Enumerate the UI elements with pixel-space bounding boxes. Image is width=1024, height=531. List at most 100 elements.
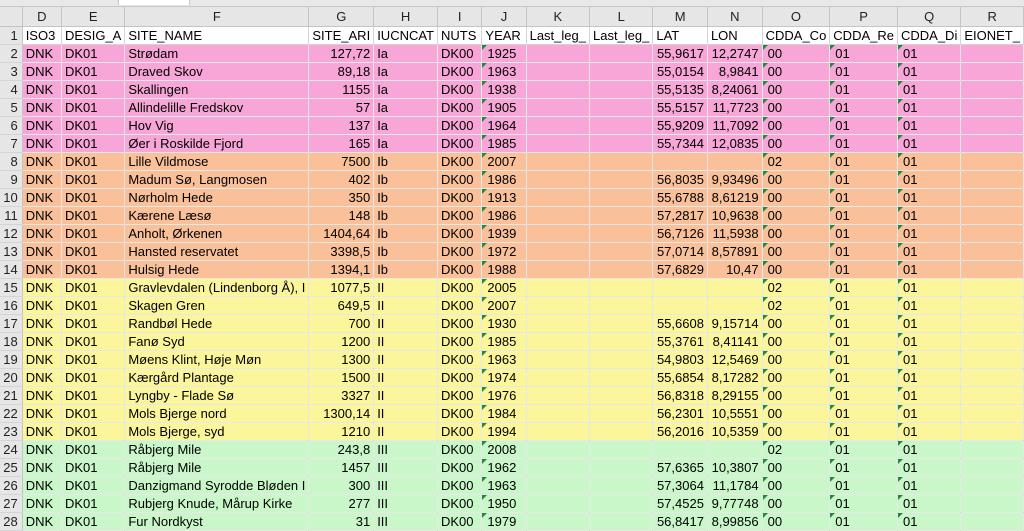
cell-year[interactable]: 1986 xyxy=(481,170,527,189)
cell-last-leg-2[interactable] xyxy=(589,116,654,135)
cell-lat[interactable]: 55,3761 xyxy=(652,332,708,351)
cell-cdda-code[interactable]: 00 xyxy=(762,44,831,63)
cell-iso3[interactable]: DNK xyxy=(22,80,62,99)
cell-last-leg-2[interactable] xyxy=(589,188,654,207)
cell-site-area[interactable]: 1404,64 xyxy=(308,224,375,243)
cell-site-name[interactable]: Råbjerg Mile xyxy=(124,458,310,477)
cell-site-area[interactable]: 277 xyxy=(308,494,375,513)
cell-iucn-cat[interactable]: II xyxy=(373,296,438,315)
cell-iso3[interactable]: DNK xyxy=(22,152,62,171)
cell-cdda-region[interactable]: 01 xyxy=(829,152,898,171)
row-header[interactable]: 23 xyxy=(0,422,23,441)
cell-desig[interactable]: DK01 xyxy=(61,44,126,63)
row-header[interactable]: 27 xyxy=(0,494,23,513)
cell-nuts[interactable]: DK00 xyxy=(437,242,483,261)
cell-lon[interactable]: 10,5551 xyxy=(707,404,763,423)
cell-year[interactable]: 1913 xyxy=(481,188,527,207)
cell-year[interactable]: 1962 xyxy=(481,458,527,477)
cell-site-area[interactable]: 7500 xyxy=(308,152,375,171)
cell-cdda-di[interactable]: 01 xyxy=(897,386,962,405)
cell-cdda-di[interactable]: 01 xyxy=(897,152,962,171)
cell-cdda-region[interactable]: 01 xyxy=(829,98,898,117)
cell-eionet[interactable] xyxy=(960,80,1024,99)
cell-site-area[interactable]: 1394,1 xyxy=(308,260,375,279)
cell-eionet[interactable] xyxy=(960,206,1024,225)
cell-cdda-di[interactable]: 01 xyxy=(897,224,962,243)
cell-site-name[interactable]: Lille Vildmose xyxy=(124,152,310,171)
row-header[interactable]: 17 xyxy=(0,314,23,333)
column-header-q[interactable]: Q xyxy=(897,7,962,27)
cell-lat[interactable]: 54,9803 xyxy=(652,350,708,369)
cell-last-leg-1[interactable] xyxy=(526,188,590,207)
cell-last-leg-2[interactable] xyxy=(589,476,654,495)
cell-cdda-region[interactable]: 01 xyxy=(829,206,898,225)
cell-cdda-code[interactable]: 02 xyxy=(762,152,831,171)
cell-year[interactable]: 1974 xyxy=(481,368,527,387)
cell-cdda-code[interactable]: 00 xyxy=(762,368,831,387)
cell-iucn-cat[interactable]: Ib xyxy=(373,170,438,189)
cell-year[interactable]: 1976 xyxy=(481,386,527,405)
cell-cdda-di[interactable]: 01 xyxy=(897,80,962,99)
cell-cdda-region[interactable]: 01 xyxy=(829,260,898,279)
cell-site-name[interactable]: Kærene Læsø xyxy=(124,206,310,225)
cell-site-name[interactable]: Hansted reservatet xyxy=(124,242,310,261)
cell-nuts[interactable]: NUTS xyxy=(437,26,483,45)
cell-nuts[interactable]: DK00 xyxy=(437,116,483,135)
cell-year[interactable]: 2007 xyxy=(481,296,527,315)
cell-desig[interactable]: DK01 xyxy=(61,404,126,423)
cell-desig[interactable]: DK01 xyxy=(61,512,126,531)
cell-last-leg-2[interactable] xyxy=(589,332,654,351)
cell-eionet[interactable] xyxy=(960,116,1024,135)
cell-iucn-cat[interactable]: Ia xyxy=(373,98,438,117)
cell-last-leg-1[interactable] xyxy=(526,206,590,225)
cell-lon[interactable]: 8,57891 xyxy=(707,242,763,261)
row-header[interactable]: 19 xyxy=(0,350,23,369)
cell-site-name[interactable]: Gravlevdalen (Lindenborg Å), I xyxy=(124,278,310,297)
cell-last-leg-1[interactable] xyxy=(526,458,590,477)
cell-iso3[interactable]: DNK xyxy=(22,350,62,369)
cell-site-name[interactable]: Fanø Syd xyxy=(124,332,310,351)
cell-eionet[interactable] xyxy=(960,152,1024,171)
cell-desig[interactable]: DK01 xyxy=(61,170,126,189)
column-header-m[interactable]: M xyxy=(652,7,708,27)
cell-nuts[interactable]: DK00 xyxy=(437,476,483,495)
cell-lon[interactable]: 8,17282 xyxy=(707,368,763,387)
cell-desig[interactable]: DK01 xyxy=(61,314,126,333)
cell-iso3[interactable]: DNK xyxy=(22,440,62,459)
cell-iucn-cat[interactable]: II xyxy=(373,332,438,351)
cell-site-area[interactable]: 243,8 xyxy=(308,440,375,459)
cell-last-leg-1[interactable] xyxy=(526,260,590,279)
column-header-d[interactable]: D xyxy=(22,7,62,27)
cell-eionet[interactable] xyxy=(960,440,1024,459)
cell-desig[interactable]: DK01 xyxy=(61,98,126,117)
cell-nuts[interactable]: DK00 xyxy=(437,332,483,351)
cell-iucn-cat[interactable]: III xyxy=(373,494,438,513)
cell-lat[interactable] xyxy=(652,278,708,297)
cell-cdda-code[interactable]: 00 xyxy=(762,134,831,153)
cell-eionet[interactable] xyxy=(960,368,1024,387)
cell-site-name[interactable]: Allindelille Fredskov xyxy=(124,98,310,117)
cell-cdda-region[interactable]: 01 xyxy=(829,404,898,423)
cell-site-name[interactable]: Skallingen xyxy=(124,80,310,99)
cell-cdda-region[interactable]: 01 xyxy=(829,44,898,63)
cell-cdda-code[interactable]: 00 xyxy=(762,242,831,261)
cell-year[interactable]: 1988 xyxy=(481,260,527,279)
cell-last-leg-1[interactable] xyxy=(526,332,590,351)
cell-iso3[interactable]: DNK xyxy=(22,386,62,405)
cell-iucn-cat[interactable]: Ia xyxy=(373,80,438,99)
cell-cdda-code[interactable]: 00 xyxy=(762,62,831,81)
cell-site-area[interactable]: 1300 xyxy=(308,350,375,369)
cell-site-area[interactable]: 57 xyxy=(308,98,375,117)
cell-desig[interactable]: DK01 xyxy=(61,152,126,171)
cell-cdda-region[interactable]: CDDA_Re xyxy=(829,26,898,45)
cell-site-name[interactable]: Madum Sø, Langmosen xyxy=(124,170,310,189)
cell-lon[interactable]: LON xyxy=(707,26,763,45)
cell-eionet[interactable] xyxy=(960,476,1024,495)
cell-last-leg-2[interactable] xyxy=(589,206,654,225)
row-header[interactable]: 5 xyxy=(0,98,23,117)
cell-cdda-di[interactable]: 01 xyxy=(897,458,962,477)
cell-last-leg-2[interactable]: Last_leg_ xyxy=(589,26,654,45)
cell-last-leg-1[interactable] xyxy=(526,80,590,99)
cell-lon[interactable]: 12,5469 xyxy=(707,350,763,369)
cell-last-leg-2[interactable] xyxy=(589,440,654,459)
